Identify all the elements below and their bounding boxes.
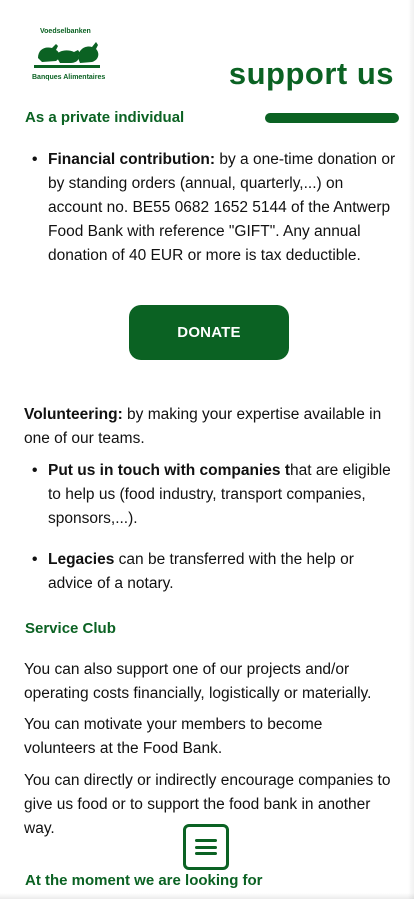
service-paragraph-2: You can motivate your members to become …	[24, 716, 323, 757]
page-title: support us	[228, 56, 394, 91]
hamburger-menu-icon	[195, 839, 217, 855]
legacies-label: Legacies	[48, 551, 115, 568]
bullet-list-financial: Financial contribution: by a one-time do…	[24, 148, 396, 268]
volunteering-label: Volunteering:	[24, 406, 123, 423]
bullet-list-legacies: Legacies can be transferred with the hel…	[24, 548, 396, 596]
food-bank-logo[interactable]: Voedselbanken Banques Alimentaires	[32, 28, 106, 86]
donate-button[interactable]: DONATE	[129, 305, 289, 360]
title-underline-bar	[265, 113, 399, 123]
page-frame: Voedselbanken Banques Alimentaires suppo…	[0, 0, 414, 899]
logo-top-text: Voedselbanken	[40, 28, 91, 35]
financial-label: Financial contribution:	[48, 151, 216, 168]
companies-label: Put us in touch with companies t	[48, 462, 290, 479]
list-item-legacies: Legacies can be transferred with the hel…	[24, 548, 396, 596]
service-paragraph-1: You can also support one of our projects…	[24, 661, 372, 702]
right-edge-shadow	[408, 0, 414, 899]
heading-looking-for: At the moment we are looking for	[25, 872, 263, 889]
list-item-companies: Put us in touch with companies that are …	[24, 459, 396, 531]
volunteering-paragraph: Volunteering: by making your expertise a…	[24, 403, 396, 451]
logo-bottom-text: Banques Alimentaires	[32, 74, 106, 81]
logo-animals-icon	[34, 42, 100, 68]
list-item-financial: Financial contribution: by a one-time do…	[24, 148, 396, 268]
heading-service-club: Service Club	[25, 620, 116, 637]
bullet-list-companies: Put us in touch with companies that are …	[24, 459, 396, 531]
menu-button[interactable]	[183, 824, 229, 870]
heading-private-individual: As a private individual	[25, 109, 185, 126]
bottom-edge-shadow	[0, 893, 414, 899]
